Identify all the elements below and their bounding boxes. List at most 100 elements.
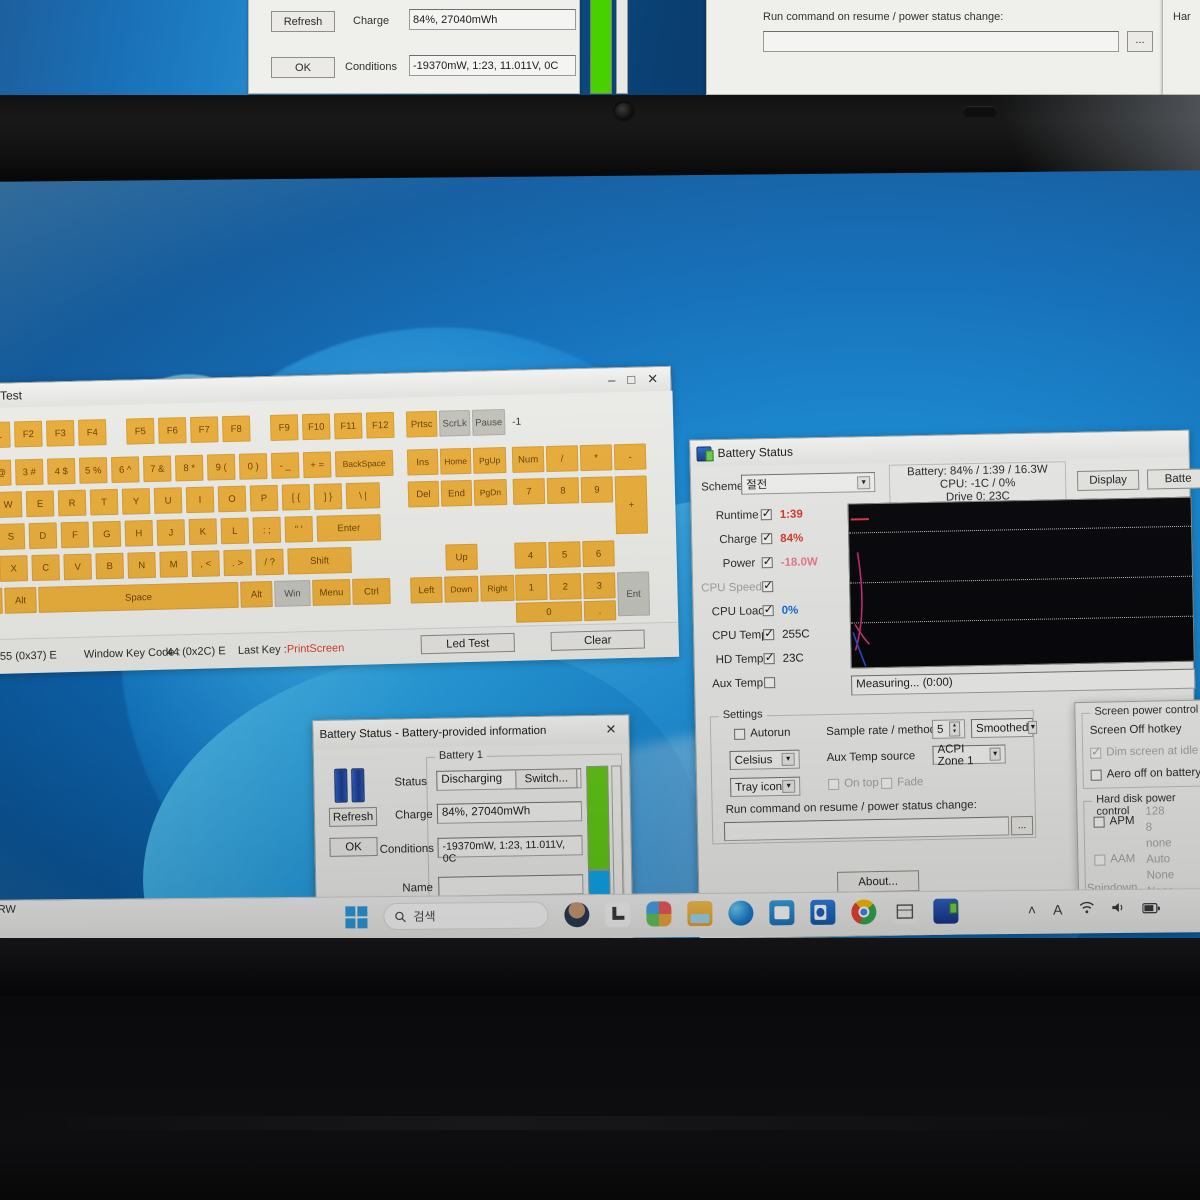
key-numpad-5[interactable]: 5 <box>548 541 581 568</box>
key-f3[interactable]: F3 <box>45 419 75 447</box>
battery-status-titlebar[interactable]: Battery Status <box>690 430 1189 467</box>
volume-icon[interactable] <box>1111 901 1125 917</box>
battery-info-titlebar[interactable]: Battery Status - Battery-provided inform… <box>313 715 629 750</box>
key-f11[interactable]: F11 <box>333 412 363 440</box>
key-ctrl[interactable]: Ctrl <box>352 577 391 605</box>
key-numlock[interactable]: Num <box>511 446 545 473</box>
key-arrow-right[interactable]: Right <box>480 574 515 602</box>
field-value-conditions[interactable]: -19370mW, 1:23, 11.011V, 0C <box>437 835 583 865</box>
method-combo[interactable]: Smoothed ▼ <box>970 717 1038 739</box>
key-f[interactable]: F <box>60 521 90 549</box>
key-arrow-down[interactable]: Down <box>444 575 479 603</box>
edge-icon[interactable] <box>728 900 754 926</box>
close-icon[interactable]: ✕ <box>647 371 658 387</box>
key-del[interactable]: Del <box>407 480 440 508</box>
key-numpad-dot[interactable]: . <box>583 600 617 622</box>
key-numpad-enter[interactable]: Ent <box>617 571 651 617</box>
key-numpad-7[interactable]: 7 <box>512 478 546 505</box>
key-win-right[interactable]: Win <box>274 580 311 607</box>
key-f6[interactable]: F6 <box>157 417 187 444</box>
key-numpad-multiply[interactable]: * <box>579 444 613 472</box>
key-shift[interactable]: Shift <box>287 546 352 575</box>
key-win-left[interactable]: Win <box>0 587 3 615</box>
ime-indicator[interactable]: A <box>1053 902 1062 918</box>
key-home[interactable]: Home <box>439 447 472 475</box>
key-ins[interactable]: Ins <box>406 448 439 476</box>
key-2[interactable]: 2 @ <box>0 459 12 487</box>
keytest-icon[interactable] <box>892 898 918 925</box>
file-explorer-icon[interactable] <box>687 900 713 927</box>
key-l[interactable]: L <box>220 517 250 545</box>
ok-button[interactable]: OK <box>329 836 378 857</box>
chevron-down-icon[interactable]: ▼ <box>989 747 1001 761</box>
chevron-down-icon[interactable]: ▼ <box>1028 720 1038 734</box>
key-enter[interactable]: Enter <box>316 514 382 542</box>
key-6[interactable]: 6 ^ <box>110 456 140 484</box>
key-f9[interactable]: F9 <box>269 414 299 441</box>
key-o[interactable]: O <box>217 485 247 513</box>
readout-checkbox-cpu-temp[interactable] <box>763 629 775 641</box>
run-command-browse-button[interactable]: ... <box>1010 815 1034 836</box>
readout-checkbox-hd-temp[interactable] <box>763 653 775 665</box>
key-w[interactable]: W <box>0 491 23 518</box>
key-bracket-right[interactable]: ] } <box>313 483 343 510</box>
reflected-refresh-button[interactable]: Refresh <box>271 11 335 32</box>
key-numpad-0[interactable]: 0 <box>515 601 583 623</box>
key-f4[interactable]: F4 <box>77 419 107 446</box>
key-v[interactable]: V <box>63 553 93 581</box>
tab-battery[interactable]: Batte <box>1146 468 1200 490</box>
key-f10[interactable]: F10 <box>301 413 331 441</box>
key-numpad-3[interactable]: 3 <box>583 572 616 600</box>
readout-checkbox-cpu-speed[interactable] <box>762 581 774 593</box>
key-5[interactable]: 5 % <box>78 457 108 484</box>
key-arrow-up[interactable]: Up <box>445 543 478 571</box>
key-end[interactable]: End <box>440 479 473 507</box>
clear-button[interactable]: Clear <box>550 629 645 651</box>
wifi-icon[interactable] <box>1079 901 1094 917</box>
on-top-checkbox[interactable] <box>828 778 840 791</box>
key-semicolon[interactable]: : ; <box>252 516 282 544</box>
key-p[interactable]: P <box>249 484 279 512</box>
key-s[interactable]: S <box>0 523 26 550</box>
autorun-checkbox[interactable] <box>734 728 746 740</box>
key-y[interactable]: Y <box>121 488 151 515</box>
key-numpad-6[interactable]: 6 <box>582 540 615 568</box>
key-9[interactable]: 9 ( <box>206 453 236 481</box>
reflected-charge-field[interactable]: 84%, 27040mWh <box>409 9 576 30</box>
key-numpad-8[interactable]: 8 <box>546 477 580 504</box>
key-f7[interactable]: F7 <box>189 416 219 443</box>
maximize-icon[interactable]: □ <box>627 372 635 388</box>
key-h[interactable]: H <box>124 519 154 547</box>
search-input[interactable]: 검색 <box>383 901 549 931</box>
key-backslash[interactable]: \ | <box>345 482 381 510</box>
key-0[interactable]: 0 ) <box>238 453 268 480</box>
key-f1[interactable]: F1 <box>0 421 11 449</box>
key-numpad-divide[interactable]: / <box>545 445 579 472</box>
key-b[interactable]: B <box>95 552 125 580</box>
key-bracket-left[interactable]: [ { <box>281 483 311 511</box>
reflected-ok-button[interactable]: OK <box>271 57 335 78</box>
reflected-browse-button[interactable]: ... <box>1127 31 1153 52</box>
battery-status-icon[interactable] <box>933 898 959 924</box>
key-d[interactable]: D <box>28 522 58 550</box>
microsoft-store-icon[interactable] <box>769 900 795 926</box>
key-n[interactable]: N <box>127 551 157 579</box>
key-g[interactable]: G <box>92 520 122 548</box>
led-test-button[interactable]: Led Test <box>420 632 515 655</box>
key-numpad-2[interactable]: 2 <box>549 573 582 600</box>
switch-button[interactable]: Switch... <box>515 768 578 790</box>
key-f12[interactable]: F12 <box>365 411 395 439</box>
unit-combo[interactable]: Celsius ▼ <box>729 749 800 770</box>
tab-display[interactable]: Display <box>1076 469 1140 491</box>
refresh-button[interactable]: Refresh <box>328 806 378 827</box>
chevron-down-icon[interactable]: ▼ <box>781 752 795 766</box>
field-value-charge[interactable]: 84%, 27040mWh <box>436 801 583 824</box>
key-f8[interactable]: F8 <box>221 415 251 443</box>
close-icon[interactable]: ✕ <box>605 722 616 738</box>
key-r[interactable]: R <box>57 489 87 517</box>
minimize-icon[interactable]: – <box>608 372 616 388</box>
tray-combo[interactable]: Tray icon ▼ <box>730 776 801 797</box>
key-j[interactable]: J <box>156 519 186 546</box>
reflected-scrollbar[interactable] <box>616 0 628 94</box>
key-numpad-plus[interactable]: + <box>614 475 649 535</box>
